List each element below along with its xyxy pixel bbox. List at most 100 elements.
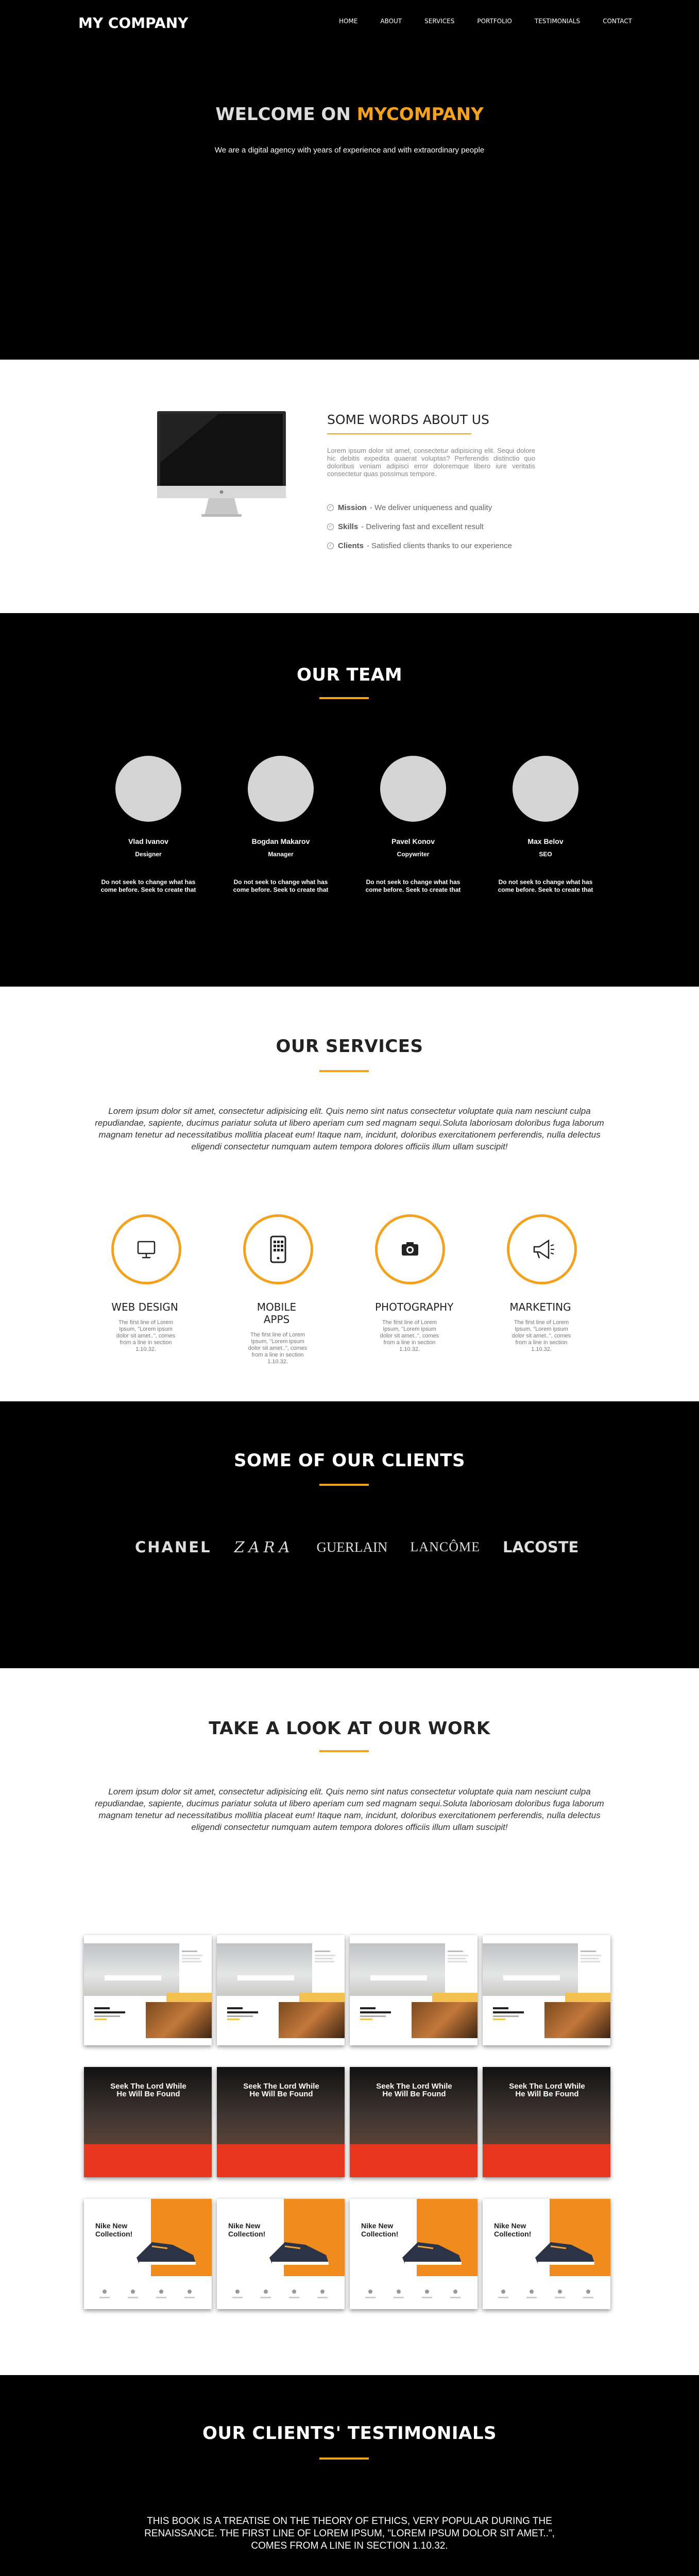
portfolio-thumb[interactable]: Nike New Collection! [84, 2199, 212, 2309]
imac-image [157, 411, 286, 517]
bullet-clients: ✓ Clients - Satisfied clients thanks to ou… [327, 541, 535, 550]
service-ring [111, 1214, 181, 1284]
brand-chanel-logo: CHANEL [135, 1538, 212, 1556]
nav-home[interactable]: HOME [339, 18, 357, 25]
bullet-label: Mission [338, 503, 367, 512]
thumb-headline: Seek The Lord While He Will Be Found [243, 2082, 319, 2098]
testimonials-section: OUR CLIENTS' TESTIMONIALS THIS BOOK IS A… [0, 2375, 699, 2576]
member-desc: Do not seek to change what has come befo… [233, 878, 329, 893]
nav-portfolio[interactable]: PORTFOLIO [477, 18, 512, 25]
brand-guerlain-logo: GUERLAIN [316, 1539, 388, 1555]
about-paragraph: Lorem ipsum dolor sit amet, consectetur … [327, 447, 535, 478]
member-role: Manager [268, 851, 294, 858]
team-member: Pavel Konov Copywriter Do not seek to ch… [366, 756, 461, 894]
about-heading: SOME WORDS ABOUT US [327, 412, 489, 427]
portfolio-thumb[interactable] [350, 1935, 478, 2045]
portfolio-thumb[interactable]: Seek The Lord While He Will Be Found [84, 2067, 212, 2177]
team-heading: OUR TEAM [296, 665, 403, 685]
member-role: Copywriter [397, 851, 430, 858]
team-grid: Vlad Ivanov Designer Do not seek to chan… [101, 756, 593, 894]
team-member: Bogdan Makarov Manager Do not seek to ch… [233, 756, 328, 894]
brand-zara-logo: ZARA [234, 1538, 294, 1556]
thumb-headline: Seek The Lord While He Will Be Found [509, 2082, 585, 2098]
bullet-text: - Delivering fast and excellent result [361, 522, 484, 531]
check-circle-icon: ✓ [327, 523, 334, 530]
about-content: SOME WORDS ABOUT US Lorem ipsum dolor si… [327, 412, 535, 561]
clients-section: SOME OF OUR CLIENTS CHANEL ZARA GUERLAIN… [0, 1401, 699, 1668]
service-mobile-apps: MOBILE APPS The first line of Lorem Ipsu… [243, 1214, 313, 1365]
services-grid: WEB DESIGN The first line of Lorem Ipsum… [111, 1214, 577, 1365]
service-web-design: WEB DESIGN The first line of Lorem Ipsum… [111, 1214, 181, 1365]
team-member: Vlad Ivanov Designer Do not seek to chan… [101, 756, 196, 894]
nav-about[interactable]: ABOUT [380, 18, 402, 25]
portfolio-thumb[interactable]: Seek The Lord While He Will Be Found [350, 2067, 478, 2177]
camera-icon [402, 1242, 418, 1256]
client-logos: CHANEL ZARA GUERLAIN LANCÔME LACOSTE [135, 1538, 578, 1556]
portfolio-thumb[interactable]: Seek The Lord While He Will Be Found [217, 2067, 345, 2177]
service-desc: The first line of Lorem Ipsum, "Lorem ip… [512, 1319, 571, 1352]
member-role: SEO [539, 851, 552, 858]
bullet-mission: ✓ Mission - We deliver uniqueness and qual… [327, 503, 535, 512]
service-name: MARKETING [509, 1301, 571, 1313]
avatar [380, 756, 446, 822]
about-underline [327, 433, 471, 434]
work-intro: Lorem ipsum dolor sit amet, consectetur … [95, 1787, 604, 1832]
service-desc: The first line of Lorem Ipsum, "Lorem ip… [380, 1319, 439, 1352]
testimonials-heading: OUR CLIENTS' TESTIMONIALS [202, 2423, 497, 2444]
service-desc: The first line of Lorem Ipsum, "Lorem ip… [116, 1319, 176, 1352]
portfolio-thumb[interactable] [217, 1935, 345, 2045]
hero-subtitle: We are a digital agency with years of ex… [214, 146, 485, 155]
portfolio-thumb[interactable]: Nike New Collection! [350, 2199, 478, 2309]
work-section: TAKE A LOOK AT OUR WORK Lorem ipsum dolo… [0, 1668, 699, 2375]
portfolio-thumb[interactable] [84, 1935, 212, 2045]
member-desc: Do not seek to change what has come befo… [365, 878, 461, 893]
service-name: MOBILE APPS [257, 1301, 297, 1326]
portfolio-thumb[interactable] [483, 1935, 610, 2045]
member-name: Pavel Konov [391, 837, 435, 845]
main-nav: HOME ABOUT SERVICES PORTFOLIO TESTIMONIA… [339, 18, 632, 25]
service-name: PHOTOGRAPHY [375, 1301, 454, 1313]
testimonials-underline [319, 2458, 369, 2460]
hero-section: MY COMPANY HOME ABOUT SERVICES PORTFOLIO… [0, 0, 699, 360]
avatar [513, 756, 578, 822]
monitor-icon [137, 1241, 156, 1259]
avatar [248, 756, 314, 822]
work-underline [319, 1750, 369, 1752]
site-logo[interactable]: MY COMPANY [78, 14, 188, 31]
portfolio-grid: Seek The Lord While He Will Be Found See… [84, 1935, 610, 2309]
bullet-label: Skills [338, 522, 359, 531]
check-circle-icon: ✓ [327, 504, 334, 511]
service-desc: The first line of Lorem Ipsum, "Lorem ip… [248, 1332, 308, 1365]
member-desc: Do not seek to change what has come befo… [100, 878, 196, 893]
member-name: Bogdan Makarov [251, 837, 310, 845]
portfolio-thumb[interactable]: Nike New Collection! [217, 2199, 345, 2309]
service-name: WEB DESIGN [111, 1301, 178, 1313]
hero-title: WELCOME ON MYCOMPANY [0, 104, 699, 125]
bullet-text: - We deliver uniqueness and quality [369, 503, 492, 512]
services-underline [319, 1070, 369, 1072]
service-ring [243, 1214, 313, 1284]
megaphone-icon [533, 1239, 554, 1260]
thumb-headline: Seek The Lord While He Will Be Found [110, 2082, 186, 2098]
hero-title-brand: MYCOMPANY [356, 104, 484, 125]
service-ring [375, 1214, 445, 1284]
nav-contact[interactable]: CONTACT [603, 18, 632, 25]
about-section: SOME WORDS ABOUT US Lorem ipsum dolor si… [0, 360, 699, 613]
avatar [115, 756, 181, 822]
member-name: Vlad Ivanov [128, 837, 168, 845]
brand-lacoste-logo: LACOSTE [502, 1538, 579, 1556]
clients-heading: SOME OF OUR CLIENTS [234, 1450, 465, 1471]
service-photography: PHOTOGRAPHY The first line of Lorem Ipsu… [375, 1214, 454, 1365]
service-marketing: MARKETING The first line of Lorem Ipsum,… [507, 1214, 577, 1365]
testimonial-quote: THIS BOOK IS A TREATISE ON THE THEORY OF… [144, 2516, 555, 2551]
nav-services[interactable]: SERVICES [424, 18, 454, 25]
bullet-label: Clients [338, 541, 364, 550]
thumb-headline: Seek The Lord While He Will Be Found [376, 2082, 452, 2098]
nav-testimonials[interactable]: TESTIMONIALS [535, 18, 580, 25]
portfolio-thumb[interactable]: Nike New Collection! [483, 2199, 610, 2309]
services-intro: Lorem ipsum dolor sit amet, consectetur … [95, 1106, 604, 1151]
bullet-skills: ✓ Skills - Delivering fast and excellent r… [327, 522, 535, 531]
work-heading: TAKE A LOOK AT OUR WORK [209, 1718, 490, 1739]
bullet-text: - Satisfied clients thanks to our experi… [367, 541, 512, 550]
portfolio-thumb[interactable]: Seek The Lord While He Will Be Found [483, 2067, 610, 2177]
